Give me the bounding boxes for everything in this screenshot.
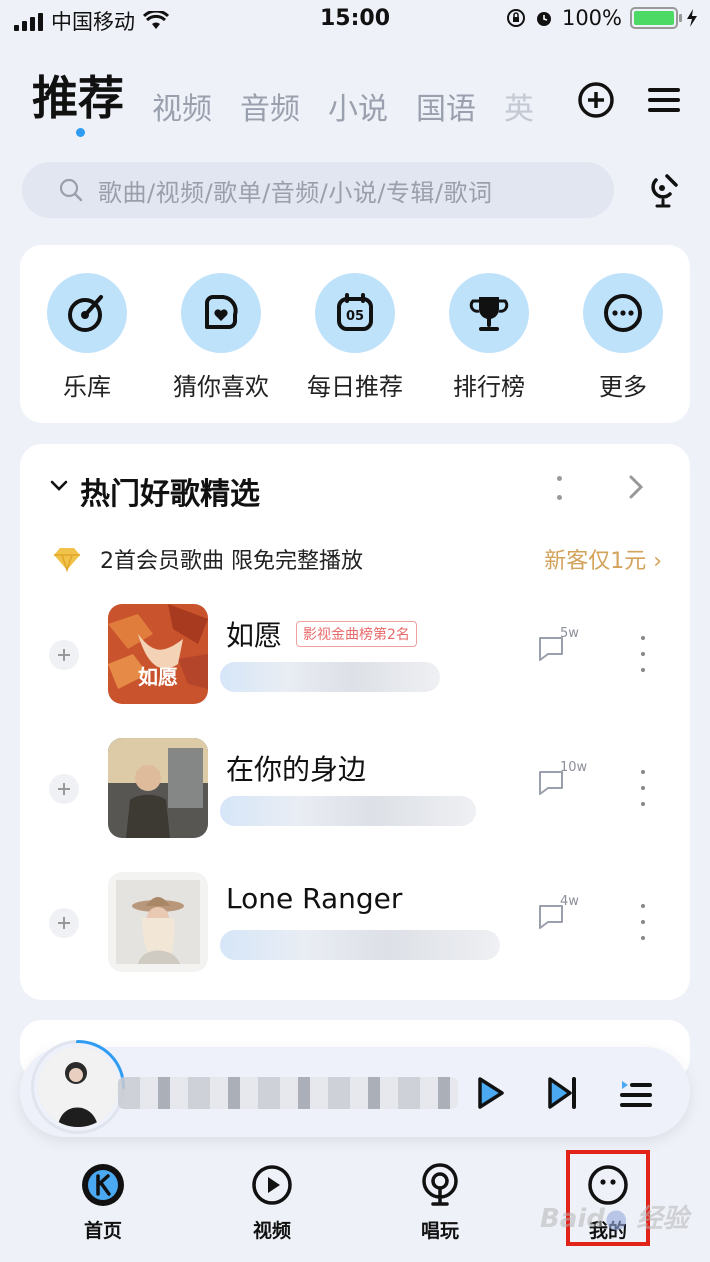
trophy-icon (469, 297, 509, 331)
quick-entry-more[interactable]: 更多 (563, 273, 683, 423)
comment-count: 4w (560, 894, 579, 909)
quick-entry-card: 乐库 猜你喜欢 05 每日推荐 排行榜 更多 (20, 245, 690, 423)
nav-label: 唱玩 (420, 1220, 459, 1242)
section-title: 热门好歌精选 (80, 477, 260, 512)
calendar-icon: 05 (337, 293, 373, 331)
play-icon[interactable] (470, 1073, 510, 1113)
song-row[interactable]: 如愿 如愿 影视金曲榜第2名 5w (20, 604, 690, 704)
comment-count: 5w (560, 626, 579, 641)
nav-label: 视频 (252, 1220, 291, 1242)
battery-icon (630, 7, 682, 29)
nav-video[interactable]: 视频 (227, 1162, 317, 1243)
hot-songs-card: 热门好歌精选 2首会员歌曲 限免完整播放 新客仅1元 › 如愿 如愿 影视金曲榜… (20, 444, 690, 1000)
chevron-right-icon[interactable] (628, 474, 644, 500)
plus-icon (58, 649, 70, 661)
search-icon (59, 178, 83, 202)
chevron-down-icon[interactable] (50, 480, 68, 492)
cover-title-text: 如愿 (138, 665, 178, 689)
vip-promo-text: 2首会员歌曲 限免完整播放 (100, 549, 363, 574)
song-row[interactable]: 在你的身边 10w (20, 738, 690, 838)
quick-entry-label: 排行榜 (453, 373, 525, 401)
search-placeholder: 歌曲/视频/歌单/音频/小说/专辑/歌词 (98, 178, 493, 207)
top-tabs: 推荐 视频 音频 小说 国语 英 (32, 62, 552, 128)
now-playing-avatar[interactable] (34, 1043, 122, 1131)
heart-music-icon (205, 295, 238, 329)
tab-audio[interactable]: 音频 (240, 84, 300, 128)
album-art-ruyuan: 如愿 (108, 604, 208, 704)
tab-english[interactable]: 英 (504, 84, 534, 128)
record-icon (68, 295, 103, 332)
add-song-button[interactable] (49, 640, 79, 670)
mic-icon (422, 1163, 458, 1206)
search-bar[interactable]: 歌曲/视频/歌单/音频/小说/专辑/歌词 (22, 162, 614, 218)
vip-promo-row[interactable]: 2首会员歌曲 限免完整播放 新客仅1元 › (52, 544, 662, 574)
tab-novel[interactable]: 小说 (328, 84, 388, 128)
add-song-button[interactable] (49, 908, 79, 938)
song-more-icon[interactable] (640, 904, 646, 940)
charging-icon (687, 9, 697, 27)
album-cover[interactable]: 如愿 (108, 604, 208, 704)
quick-entry-daily[interactable]: 05 每日推荐 (295, 273, 415, 423)
song-artist-blurred (220, 930, 500, 960)
chart-tag: 影视金曲榜第2名 (296, 621, 417, 647)
alarm-icon (536, 12, 551, 26)
quick-entry-label: 更多 (599, 373, 647, 401)
song-title: 在你的身边 (226, 753, 367, 786)
battery-percent: 100% (561, 6, 622, 30)
add-song-button[interactable] (49, 774, 79, 804)
active-tab-indicator (76, 128, 85, 137)
comment-count: 10w (560, 760, 588, 775)
playlist-icon[interactable] (616, 1073, 656, 1113)
home-k-icon (82, 1164, 124, 1206)
now-playing-title-blurred (118, 1077, 458, 1109)
album-cover[interactable] (108, 872, 208, 972)
album-cover[interactable] (108, 738, 208, 838)
quick-entry-label: 猜你喜欢 (173, 373, 269, 401)
song-artist-blurred (220, 796, 476, 826)
nav-home[interactable]: 首页 (58, 1162, 148, 1243)
album-art-portrait (108, 738, 208, 838)
video-play-icon (252, 1165, 292, 1205)
watermark-logo: Baid● 经验 (540, 1204, 689, 1234)
quick-entry-label: 每日推荐 (307, 373, 403, 401)
nav-label: 首页 (83, 1220, 122, 1242)
plus-icon (58, 917, 70, 929)
song-more-icon[interactable] (640, 770, 646, 806)
song-artist-blurred (220, 662, 440, 692)
tab-video[interactable]: 视频 (152, 84, 212, 128)
more-icon (604, 294, 642, 332)
song-title: 如愿 (226, 619, 283, 652)
tab-mandarin[interactable]: 国语 (416, 84, 476, 128)
calendar-badge: 05 (346, 309, 364, 324)
vip-promo-link-label: 新客仅1元 (544, 549, 647, 574)
tab-recommend[interactable]: 推荐 (32, 62, 124, 128)
quick-entry-charts[interactable]: 排行榜 (429, 273, 549, 423)
quick-entry-label: 乐库 (63, 373, 111, 401)
song-title: Lone Ranger (226, 882, 403, 915)
vip-promo-link[interactable]: 新客仅1元 › (544, 543, 662, 575)
song-row[interactable]: Lone Ranger 4w (20, 872, 690, 972)
song-more-icon[interactable] (640, 636, 646, 672)
mini-player[interactable] (20, 1040, 690, 1137)
diamond-icon (54, 548, 80, 572)
section-more-icon[interactable] (556, 476, 562, 500)
album-art-lone-ranger (108, 872, 208, 972)
status-bar: 中国移动 15:00 100% (0, 0, 710, 40)
quick-entry-library[interactable]: 乐库 (27, 273, 147, 423)
voice-search-icon[interactable] (642, 170, 684, 212)
add-circle-icon[interactable] (576, 80, 616, 120)
nav-sing[interactable]: 唱玩 (395, 1162, 485, 1243)
rotation-lock-icon (506, 9, 525, 27)
quick-entry-guess[interactable]: 猜你喜欢 (161, 273, 281, 423)
next-track-icon[interactable] (542, 1073, 582, 1113)
menu-icon[interactable] (644, 80, 684, 120)
plus-icon (58, 783, 70, 795)
